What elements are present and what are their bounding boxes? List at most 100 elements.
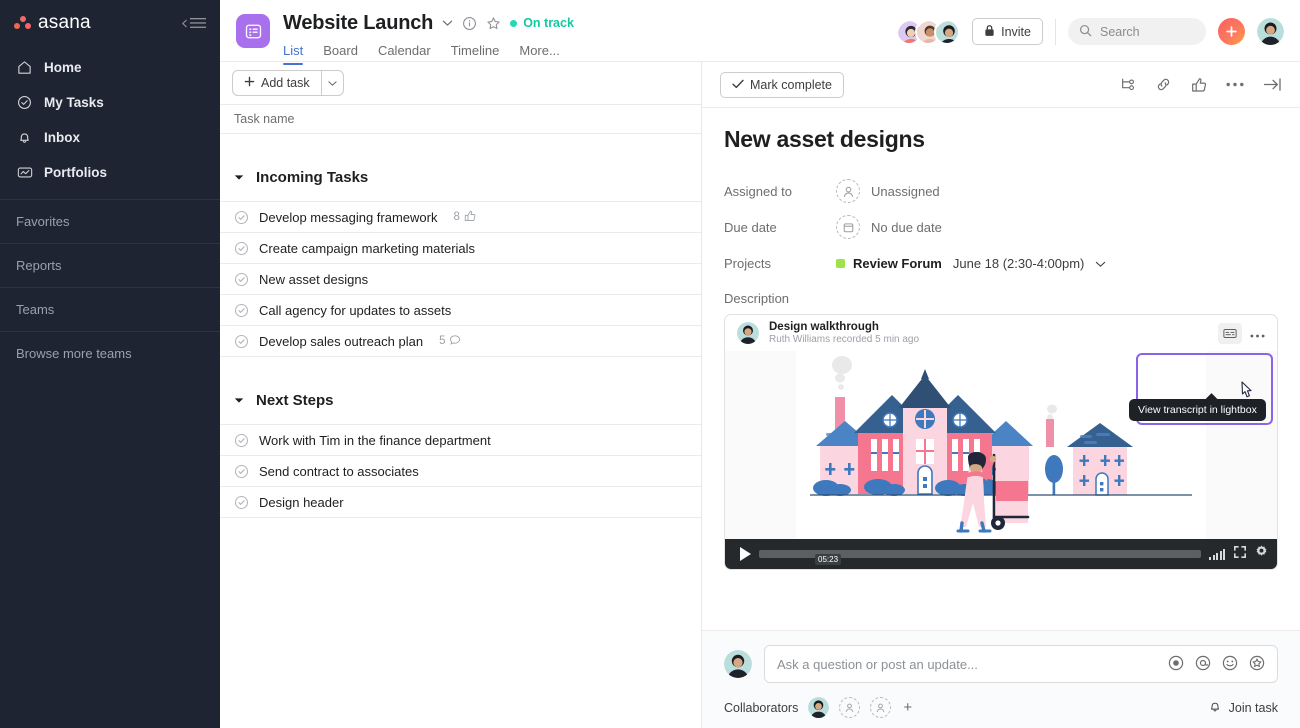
subtask-icon[interactable] xyxy=(1120,77,1136,93)
table-row[interactable]: Design header xyxy=(220,487,701,518)
tab-list[interactable]: List xyxy=(283,43,303,65)
task-section-header[interactable]: Next Steps xyxy=(220,377,701,425)
join-task-button[interactable]: Join task xyxy=(1208,699,1278,717)
check-circle-icon[interactable] xyxy=(234,495,249,510)
project-meeting-time: June 18 (2:30-4:00pm) xyxy=(953,256,1085,271)
lock-icon xyxy=(984,24,995,40)
sidebar-section-favorites[interactable]: Favorites xyxy=(0,200,220,243)
add-task-dropdown[interactable] xyxy=(321,71,343,95)
tab-more[interactable]: More... xyxy=(519,43,559,65)
chevron-down-icon[interactable] xyxy=(234,174,244,181)
member-avatars[interactable] xyxy=(896,19,960,45)
sidebar-item-inbox[interactable]: Inbox xyxy=(0,124,220,150)
asana-logo-text: asana xyxy=(38,12,91,34)
tab-timeline[interactable]: Timeline xyxy=(451,43,500,65)
sticker-star-icon[interactable] xyxy=(1249,655,1265,674)
asana-logo[interactable]: asana xyxy=(14,12,91,34)
project-header: Website Launch On track xyxy=(220,0,1300,62)
play-icon[interactable] xyxy=(740,547,751,561)
search-icon xyxy=(1079,24,1092,40)
check-circle-icon[interactable] xyxy=(234,241,249,256)
header-actions: Invite Search xyxy=(896,18,1284,45)
table-row[interactable]: Create campaign marketing materials xyxy=(220,233,701,264)
sidebar-item-label: Inbox xyxy=(44,130,80,145)
status-badge[interactable]: On track xyxy=(510,16,574,30)
add-task-button[interactable]: Add task xyxy=(232,70,344,96)
sidebar: asana Home My xyxy=(0,0,220,728)
table-row[interactable]: Work with Tim in the finance department xyxy=(220,425,701,456)
record-icon[interactable] xyxy=(1168,655,1184,674)
check-circle-icon[interactable] xyxy=(234,303,249,318)
video-preview[interactable]: View transcript in lightbox xyxy=(725,351,1277,539)
asana-logo-icon xyxy=(14,16,31,31)
table-row[interactable]: Send contract to associates xyxy=(220,456,701,487)
comment-input[interactable]: Ask a question or post an update... xyxy=(764,645,1278,683)
table-row[interactable]: Develop sales outreach plan 5 xyxy=(220,326,701,357)
avatar[interactable] xyxy=(934,19,960,45)
status-label: On track xyxy=(523,16,574,30)
task-detail-pane: Mark complete xyxy=(702,62,1300,728)
more-horizontal-icon[interactable] xyxy=(1250,325,1265,341)
table-row[interactable]: Develop messaging framework 8 xyxy=(220,202,701,233)
sidebar-header: asana xyxy=(0,0,220,46)
sidebar-section-reports[interactable]: Reports xyxy=(0,244,220,287)
sidebar-item-label: Home xyxy=(44,60,82,75)
avatar[interactable] xyxy=(808,697,829,718)
due-date-field: Due date No due date xyxy=(724,209,1278,245)
info-circle-icon[interactable] xyxy=(462,16,477,31)
fullscreen-icon[interactable] xyxy=(1234,545,1246,563)
task-name: Call agency for updates to assets xyxy=(259,303,451,318)
add-collaborator-icon[interactable]: + xyxy=(903,699,912,716)
assignee-label: Unassigned xyxy=(871,184,940,199)
chevron-down-icon[interactable] xyxy=(442,19,453,27)
collapse-sidebar-icon[interactable] xyxy=(181,17,206,29)
table-row[interactable]: New asset designs xyxy=(220,264,701,295)
invite-button[interactable]: Invite xyxy=(972,18,1043,45)
more-horizontal-icon[interactable] xyxy=(1226,82,1244,87)
tab-calendar[interactable]: Calendar xyxy=(378,43,431,65)
check-circle-icon[interactable] xyxy=(234,433,249,448)
search-input[interactable]: Search xyxy=(1068,18,1206,45)
check-circle-icon[interactable] xyxy=(234,464,249,479)
assignee-value[interactable]: Unassigned xyxy=(836,179,940,203)
chevron-down-icon[interactable] xyxy=(234,397,244,404)
tab-board[interactable]: Board xyxy=(323,43,358,65)
video-card-header: Design walkthrough Ruth Williams recorde… xyxy=(725,315,1277,351)
profile-avatar[interactable] xyxy=(1257,18,1284,45)
sidebar-item-my-tasks[interactable]: My Tasks xyxy=(0,89,220,115)
closed-caption-icon[interactable] xyxy=(1218,323,1242,344)
collapse-panel-icon[interactable] xyxy=(1263,77,1282,92)
sidebar-browse-more-teams[interactable]: Browse more teams xyxy=(0,332,220,375)
gear-icon[interactable] xyxy=(1255,545,1268,563)
table-row[interactable]: Call agency for updates to assets xyxy=(220,295,701,326)
content-split: Add task Task name Incoming Tasks xyxy=(220,62,1300,728)
add-button[interactable] xyxy=(1218,18,1245,45)
sidebar-section-teams[interactable]: Teams xyxy=(0,288,220,331)
video-progress-bar[interactable]: 05:23 xyxy=(759,550,1201,558)
volume-icon[interactable] xyxy=(1209,549,1225,560)
home-icon xyxy=(16,59,33,76)
mark-complete-button[interactable]: Mark complete xyxy=(720,72,844,98)
check-circle-icon[interactable] xyxy=(234,334,249,349)
thumbs-up-icon[interactable] xyxy=(1191,77,1207,93)
project-title-block: Website Launch On track xyxy=(283,10,574,65)
sidebar-item-portfolios[interactable]: Portfolios xyxy=(0,159,220,185)
person-icon[interactable] xyxy=(839,697,860,718)
task-meta: 5 xyxy=(439,334,461,349)
due-date-value[interactable]: No due date xyxy=(836,215,942,239)
invite-label: Invite xyxy=(1001,25,1031,39)
task-section-header[interactable]: Incoming Tasks xyxy=(220,154,701,202)
check-circle-icon[interactable] xyxy=(234,272,249,287)
check-circle-icon[interactable] xyxy=(234,210,249,225)
sidebar-item-label: My Tasks xyxy=(44,95,104,110)
sidebar-item-home[interactable]: Home xyxy=(0,54,220,80)
emoji-icon[interactable] xyxy=(1222,655,1238,674)
link-icon[interactable] xyxy=(1155,76,1172,93)
chevron-down-icon[interactable] xyxy=(1095,256,1106,271)
star-icon[interactable] xyxy=(486,16,501,31)
main-area: Website Launch On track xyxy=(220,0,1300,728)
person-icon[interactable] xyxy=(870,697,891,718)
search-placeholder: Search xyxy=(1100,25,1140,39)
mention-at-icon[interactable] xyxy=(1195,655,1211,674)
project-value[interactable]: Review Forum June 18 (2:30-4:00pm) xyxy=(836,256,1106,271)
